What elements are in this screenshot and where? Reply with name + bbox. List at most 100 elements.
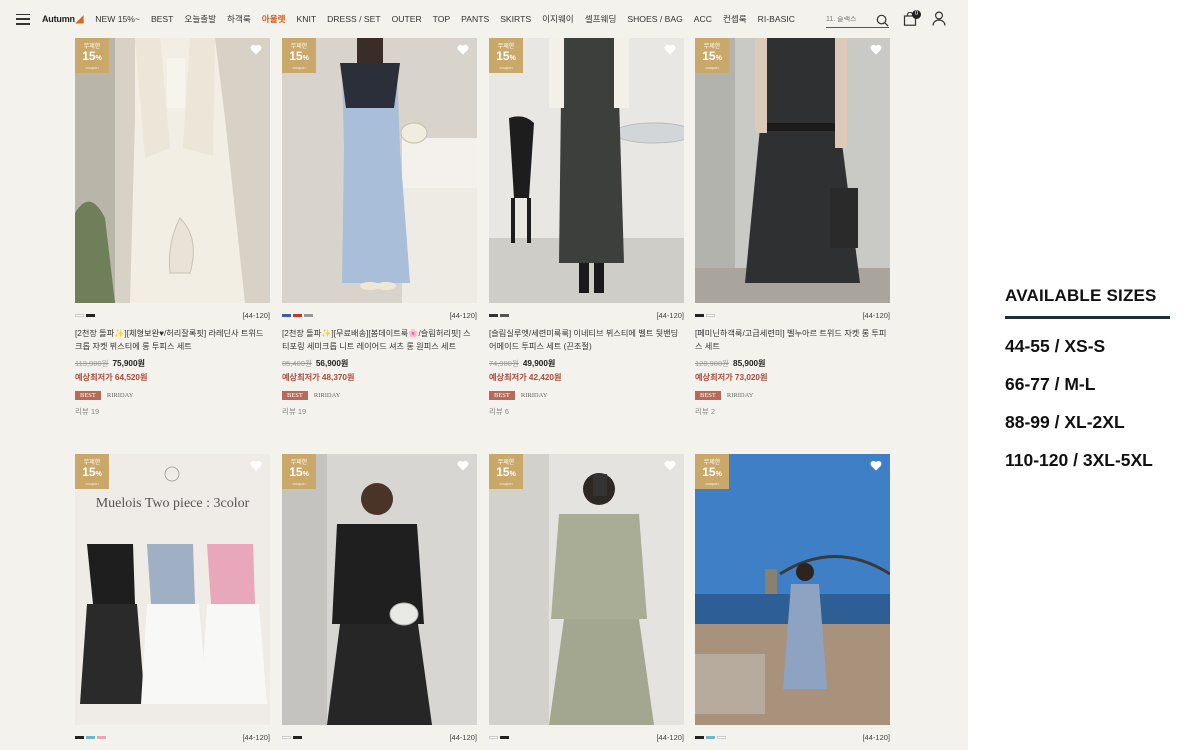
nav-item-acc[interactable]: ACC [694, 14, 712, 24]
nav-item-best[interactable]: BEST [151, 14, 173, 24]
size-range: [44-120] [242, 311, 270, 320]
heart-icon[interactable] [457, 460, 469, 471]
badge-percent-value: 15 [702, 49, 716, 63]
nav-item-skirts[interactable]: SKIRTS [500, 14, 531, 24]
badge-bottom-text: coupon [499, 65, 513, 70]
color-swatch[interactable] [75, 736, 84, 739]
color-swatch[interactable] [717, 736, 726, 739]
color-swatch[interactable] [86, 736, 95, 739]
product-card[interactable]: 무제한 15% coupon [44-120] [282, 454, 477, 745]
coupon-badge: 무제한 15% coupon [282, 454, 316, 489]
color-swatch[interactable] [706, 314, 715, 317]
color-swatch[interactable] [282, 736, 291, 739]
review-count: 리뷰 19 [75, 407, 100, 416]
product-name[interactable]: [슬림실루엣/세련미룩룩] 이네티브 뷔스티에 벨트 뒷밴딩 어메이드 투피스 … [489, 327, 684, 353]
heart-icon[interactable] [870, 44, 882, 55]
nav-item-shoes-bag[interactable]: SHOES / BAG [627, 14, 682, 24]
product-image[interactable]: Muelois Two piece : 3color 무제한 15% coupo… [75, 454, 270, 725]
color-swatch[interactable] [706, 736, 715, 739]
badge-percent: 15% [75, 466, 109, 481]
logo-text: Autumn [42, 14, 75, 24]
product-card[interactable]: 무제한 15% coupon [44-120] [슬림실루엣/세련미룩룩] 이네… [489, 38, 684, 417]
badge-percent-unit: % [715, 471, 722, 478]
color-swatch[interactable] [695, 736, 704, 739]
color-swatch[interactable] [500, 314, 509, 317]
color-swatch[interactable] [86, 314, 95, 317]
meta-row: [44-120] [489, 731, 684, 745]
nav-item-dress-set[interactable]: DRESS / SET [327, 14, 380, 24]
product-photo-black-jacket-set [282, 454, 477, 725]
nav-item-new[interactable]: NEW 15%~ [95, 14, 140, 24]
original-price: 85,400원 [282, 359, 312, 368]
color-swatch[interactable] [97, 736, 106, 739]
badge-percent-unit: % [302, 55, 309, 62]
heart-icon[interactable] [664, 44, 676, 55]
user-icon[interactable] [932, 11, 946, 26]
expected-lowest-price: 예상최저가 64,520원 [75, 373, 148, 382]
product-image[interactable]: 무제한 15% coupon [282, 38, 477, 303]
product-card[interactable]: 무제한 15% coupon [44-120] [2천장 돌파✨][무료배송][… [282, 38, 477, 417]
brand-logo[interactable]: Autumn ◢ [42, 14, 83, 25]
product-image[interactable]: 무제한 15% coupon [695, 38, 890, 303]
nav-item-top[interactable]: TOP [433, 14, 451, 24]
price-row: 74,900원 49,900원 [489, 357, 684, 369]
nav-item-easyway[interactable]: 이지웨이 [542, 13, 574, 25]
review-count: 리뷰 19 [282, 407, 307, 416]
badge-percent: 15% [75, 50, 109, 65]
size-line: 66-77 / M-L [1005, 374, 1096, 394]
nav-item-knit[interactable]: KNIT [297, 14, 317, 24]
nav-item-concept-look[interactable]: 컨셉룩 [723, 13, 747, 25]
nav-item-today-ship[interactable]: 오늘출발 [184, 13, 216, 25]
product-image[interactable]: 무제한 15% coupon [489, 454, 684, 725]
product-name[interactable]: [2천장 돌파✨][무료배송][봄데이트룩🌸/슬림허리핏] 스티포링 세미크롭 … [282, 327, 477, 353]
original-price: 113,900원 [75, 359, 109, 368]
color-swatch[interactable] [489, 314, 498, 317]
color-swatch[interactable] [695, 314, 704, 317]
heart-icon[interactable] [457, 44, 469, 55]
product-card[interactable]: 무제한 15% coupon [44-120] [489, 454, 684, 745]
cart-count-badge: 0 [912, 10, 921, 19]
color-swatch[interactable] [304, 314, 313, 317]
heart-icon[interactable] [664, 460, 676, 471]
heart-icon[interactable] [250, 460, 262, 471]
color-swatch[interactable] [500, 736, 509, 739]
nav-item-guest-look[interactable]: 하객룩 [227, 13, 251, 25]
search-icon[interactable] [876, 14, 889, 27]
nav-item-pants[interactable]: PANTS [461, 14, 489, 24]
badge-bottom-text: coupon [705, 65, 719, 70]
product-image[interactable]: 무제한 15% coupon [489, 38, 684, 303]
product-image[interactable]: 무제한 15% coupon [695, 454, 890, 725]
product-card[interactable]: 무제한 15% coupon [44-120] [페미닌하객룩/고급세련미] 벨… [695, 38, 890, 417]
product-name[interactable]: [페미닌하객룩/고급세련미] 벨누아르 트위드 자켓 롱 투피스 세트 [695, 327, 890, 353]
divider [1005, 316, 1170, 319]
original-price: 128,900원 [695, 359, 730, 368]
color-swatch[interactable] [75, 314, 84, 317]
search-input[interactable] [826, 16, 872, 23]
badge-percent-value: 15 [82, 465, 96, 479]
product-image[interactable]: 무제한 15% coupon [75, 38, 270, 303]
nav-item-ri-basic[interactable]: RI-BASIC [758, 14, 795, 24]
product-card[interactable]: Muelois Two piece : 3color 무제한 15% coupo… [75, 454, 270, 745]
color-swatch[interactable] [489, 736, 498, 739]
color-swatch[interactable] [293, 314, 302, 317]
heart-icon[interactable] [250, 44, 262, 55]
nav-item-outlet[interactable]: 아울렛 [262, 13, 286, 25]
color-swatch[interactable] [293, 736, 302, 739]
badge-percent-value: 15 [496, 465, 510, 479]
badge-bottom-text: coupon [292, 65, 306, 70]
badge-bottom-text: coupon [85, 481, 99, 486]
product-card[interactable]: 무제한 15% coupon [44-120] [695, 454, 890, 745]
review-count: 리뷰 2 [695, 407, 716, 416]
tags: BEST RIRIDAY [282, 391, 477, 400]
color-swatch[interactable] [282, 314, 291, 317]
badge-percent-unit: % [95, 471, 102, 478]
product-card[interactable]: 무제한 15% coupon [44-120] [2천장 돌파✨][체형보완♥/… [75, 38, 270, 417]
product-name[interactable]: [2천장 돌파✨][체형보완♥/허리잘록핏] 라레딘사 트위드 크롭 자켓 뷔스… [75, 327, 270, 353]
meta-row: [44-120] [695, 309, 890, 323]
nav-item-outer[interactable]: OUTER [392, 14, 422, 24]
nav-item-self-wedding[interactable]: 셀프웨딩 [585, 13, 617, 25]
menu-icon[interactable] [16, 13, 30, 25]
brand-tag: RIRIDAY [106, 392, 134, 399]
heart-icon[interactable] [870, 460, 882, 471]
product-image[interactable]: 무제한 15% coupon [282, 454, 477, 725]
